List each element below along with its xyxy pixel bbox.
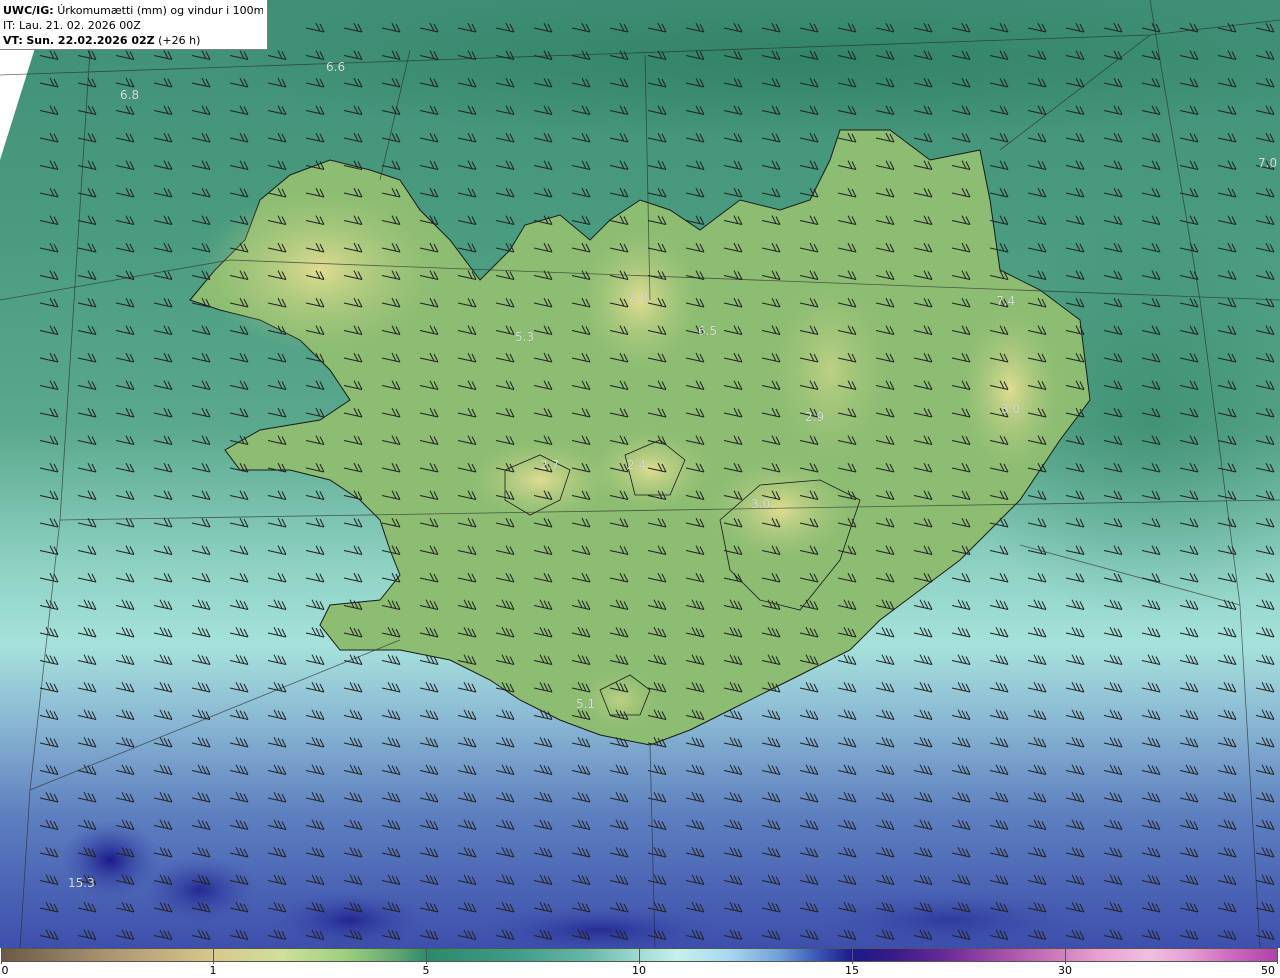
map-title: Úrkomumætti (mm) og vindur i 100m hæð <box>57 4 263 17</box>
precipitation-wind-map[interactable]: 6.6 6.8 7.0 2.0 5.3 6.5 7.4 2.9 3.0 2.7 … <box>0 0 1280 948</box>
map-value-label: 5.1 <box>576 697 596 711</box>
init-time: IT: Lau. 21. 02. 2026 00Z <box>3 19 141 32</box>
colorbar-tick-label: 1 <box>209 964 217 977</box>
colorbar-tick <box>1 948 2 964</box>
colorbar-tick <box>852 948 853 964</box>
map-value-label: 15.3 <box>68 876 95 890</box>
colorbar-tick-label: 50 <box>1261 964 1275 977</box>
colorbar-tick-label: 10 <box>632 964 646 977</box>
colorbar-tick <box>1277 948 1278 964</box>
colorbar-tick <box>213 948 214 964</box>
colorbar-tick-label: 15 <box>845 964 859 977</box>
map-canvas <box>0 0 1280 948</box>
colorbar-tick <box>426 948 427 964</box>
colorbar-tick <box>1065 948 1066 964</box>
map-value-label: 7.4 <box>996 294 1016 308</box>
map-value-label: 2.0 <box>629 290 649 304</box>
lead-time: (+26 h) <box>158 34 201 47</box>
colorbar-tick <box>639 948 640 964</box>
map-value-label: 2.9 <box>805 410 825 424</box>
model-name: UWC/IG: <box>3 4 54 17</box>
map-title-line: UWC/IG: Úrkomumætti (mm) og vindur i 100… <box>3 3 263 18</box>
valid-time-prefix: VT: <box>3 34 23 47</box>
valid-time-line: VT: Sun. 22.02.2026 02Z (+26 h) <box>3 33 263 48</box>
map-value-label: 2.4 <box>627 458 647 472</box>
colorbar-tick-label: 30 <box>1058 964 1072 977</box>
map-value-label: 3.0 <box>1001 402 1021 416</box>
map-info-box: UWC/IG: Úrkomumætti (mm) og vindur i 100… <box>0 0 268 50</box>
map-value-label: 5.3 <box>515 330 535 344</box>
colorbar: 0 1 5 10 15 30 50 <box>0 948 1280 978</box>
valid-time: Sun. 22.02.2026 02Z <box>26 34 155 47</box>
map-value-label: 6.8 <box>120 88 140 102</box>
map-value-label: 6.6 <box>326 60 346 74</box>
map-value-label: 7.0 <box>1258 156 1278 170</box>
colorbar-tick-label: 5 <box>422 964 430 977</box>
colorbar-tick-label: 0 <box>1 964 9 977</box>
map-value-label: 2.7 <box>540 458 560 472</box>
map-value-label: 6.5 <box>698 324 718 338</box>
map-value-label: 3.0 <box>751 497 771 511</box>
